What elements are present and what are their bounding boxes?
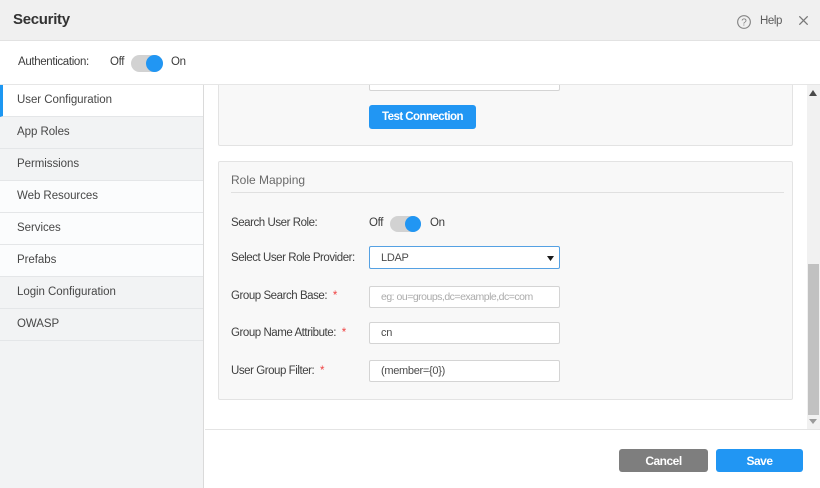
svg-text:?: ? bbox=[741, 18, 747, 29]
